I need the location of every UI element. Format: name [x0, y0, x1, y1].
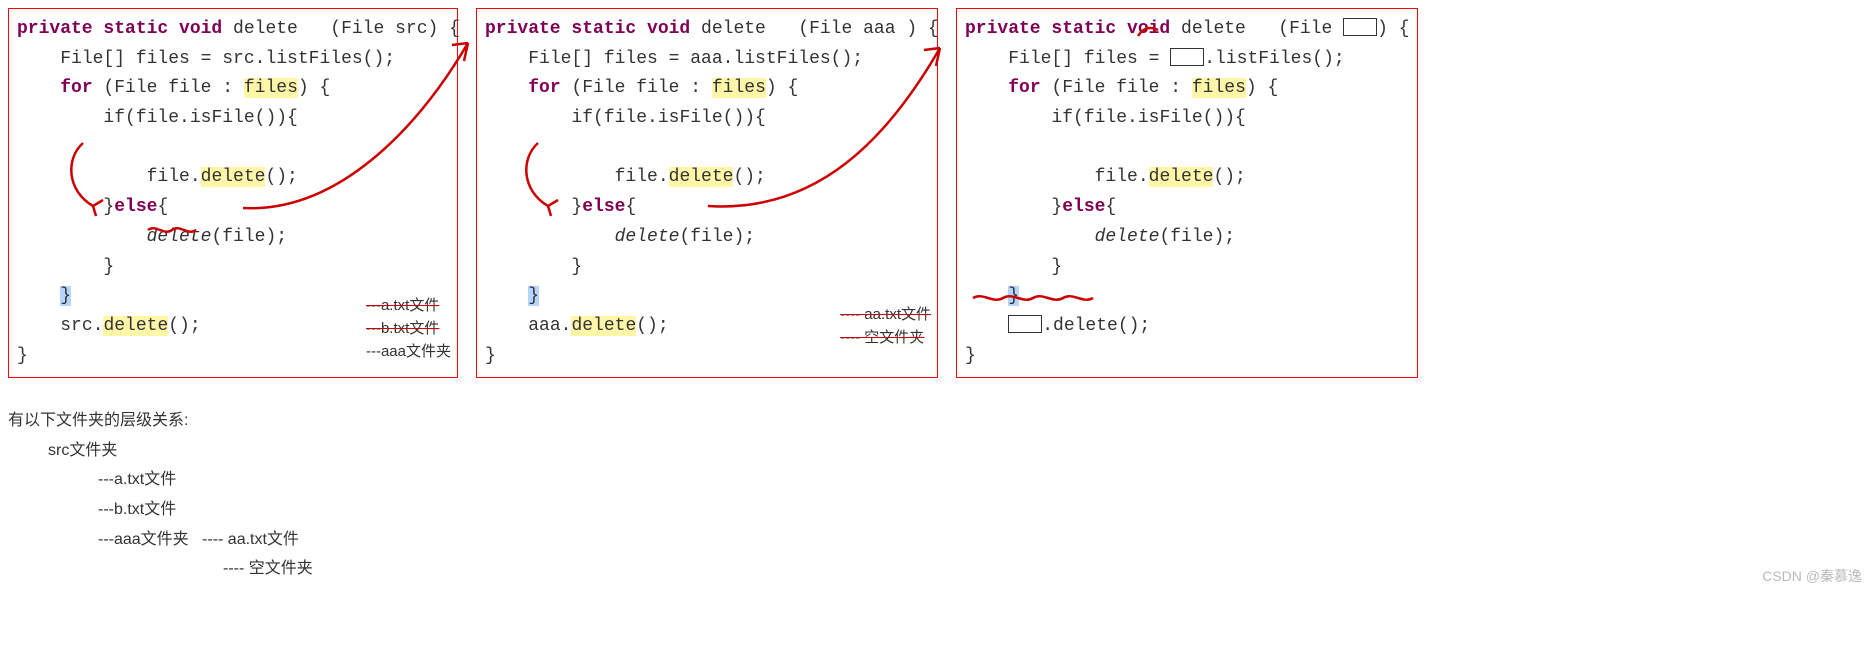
folder-hierarchy: 有以下文件夹的层级关系: src文件夹 ---a.txt文件 ---b.txt文…	[8, 406, 1866, 584]
recursive-call: delete	[147, 227, 212, 247]
hierarchy-item: ---b.txt文件	[8, 495, 1866, 525]
blank-box	[1343, 18, 1377, 36]
note-item: ---a.txt文件	[366, 297, 439, 314]
hierarchy-title: 有以下文件夹的层级关系:	[8, 406, 1866, 436]
code-panel-1: private static void delete (File src) { …	[8, 8, 458, 378]
hierarchy-item: ---a.txt文件	[8, 465, 1866, 495]
code-line: File[] files = aaa.listFiles();	[528, 49, 863, 69]
panels-row: private static void delete (File src) { …	[8, 8, 1866, 378]
brace-highlight: }	[60, 286, 71, 306]
note-item: ---- 空文件夹	[840, 329, 924, 346]
note-item: ---- aa.txt文件	[840, 306, 931, 323]
code-panel-3: private static void delete (File ) { Fil…	[956, 8, 1418, 378]
hierarchy-item: src文件夹	[8, 436, 1866, 466]
hierarchy-item: ---aaa文件夹 ---- aa.txt文件	[8, 525, 1866, 555]
code-line: if(file.isFile()){	[103, 108, 297, 128]
code-panel-2: private static void delete (File aaa ) {…	[476, 8, 938, 378]
method-name: delete	[233, 19, 298, 39]
note-item: ---b.txt文件	[366, 320, 439, 337]
code-line: File[] files = src.listFiles();	[60, 49, 395, 69]
blank-box	[1170, 48, 1204, 66]
hierarchy-item: ---- 空文件夹	[8, 554, 1866, 584]
blank-box	[1008, 315, 1042, 333]
code-block-3: private static void delete (File ) { Fil…	[965, 15, 1405, 371]
side-notes-2: ---- aa.txt文件 ---- 空文件夹	[840, 303, 931, 350]
watermark: CSDN @秦慕逸	[1762, 566, 1862, 586]
note-item: ---aaa文件夹	[366, 343, 451, 360]
keyword: private static void	[17, 19, 222, 39]
side-notes-1: ---a.txt文件 ---b.txt文件 ---aaa文件夹	[366, 294, 451, 364]
